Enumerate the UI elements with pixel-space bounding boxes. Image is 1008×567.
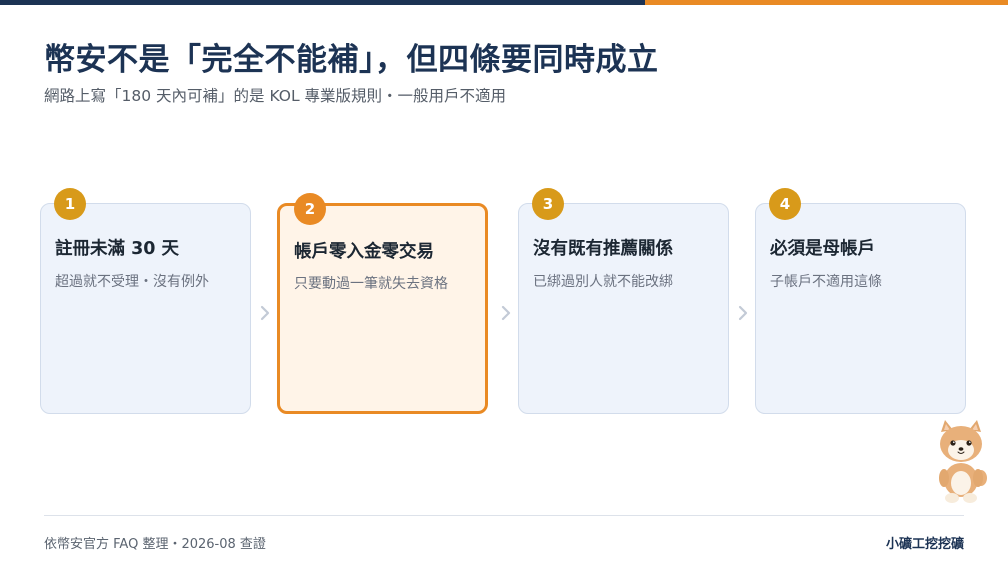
step-card-1: 1 註冊未滿 30 天 超過就不受理・沒有例外	[40, 188, 251, 414]
step-description: 只要動過一筆就失去資格	[294, 276, 448, 292]
step-description: 子帳戶不適用這條	[770, 274, 882, 290]
step-title: 註冊未滿 30 天	[55, 239, 180, 259]
footer-source-note: 依幣安官方 FAQ 整理・2026-08 查證	[44, 537, 266, 552]
step-description: 超過就不受理・沒有例外	[55, 274, 209, 290]
top-accent-bar-orange	[645, 0, 1008, 5]
step-card-3: 3 沒有既有推薦關係 已綁過別人就不能改綁	[518, 188, 729, 414]
step-title: 帳戶零入金零交易	[294, 242, 434, 262]
page-subtitle: 網路上寫「180 天內可補」的是 KOL 專業版規則・一般用戶不適用	[44, 87, 507, 105]
shiba-mascot	[939, 420, 987, 503]
step-title: 必須是母帳戶	[770, 239, 875, 259]
chevron-right-icon	[260, 305, 270, 321]
step-description: 已綁過別人就不能改綁	[533, 274, 673, 290]
step-title: 沒有既有推薦關係	[533, 239, 673, 259]
step-card-2: 2 帳戶零入金零交易 只要動過一筆就失去資格	[277, 193, 488, 414]
step-number-badge: 3	[532, 188, 564, 220]
chevron-right-icon	[501, 305, 511, 321]
step-number-badge: 2	[294, 193, 326, 225]
page-title: 幣安不是「完全不能補」，但四條要同時成立	[44, 42, 659, 78]
top-accent-bar-navy	[0, 0, 645, 5]
chevron-right-icon	[738, 305, 748, 321]
footer-brand: 小礦工挖挖礦	[885, 537, 964, 552]
step-card-4: 4 必須是母帳戶 子帳戶不適用這條	[755, 188, 966, 414]
step-number-badge: 1	[54, 188, 86, 220]
step-number-badge: 4	[769, 188, 801, 220]
footer-divider	[44, 515, 964, 516]
